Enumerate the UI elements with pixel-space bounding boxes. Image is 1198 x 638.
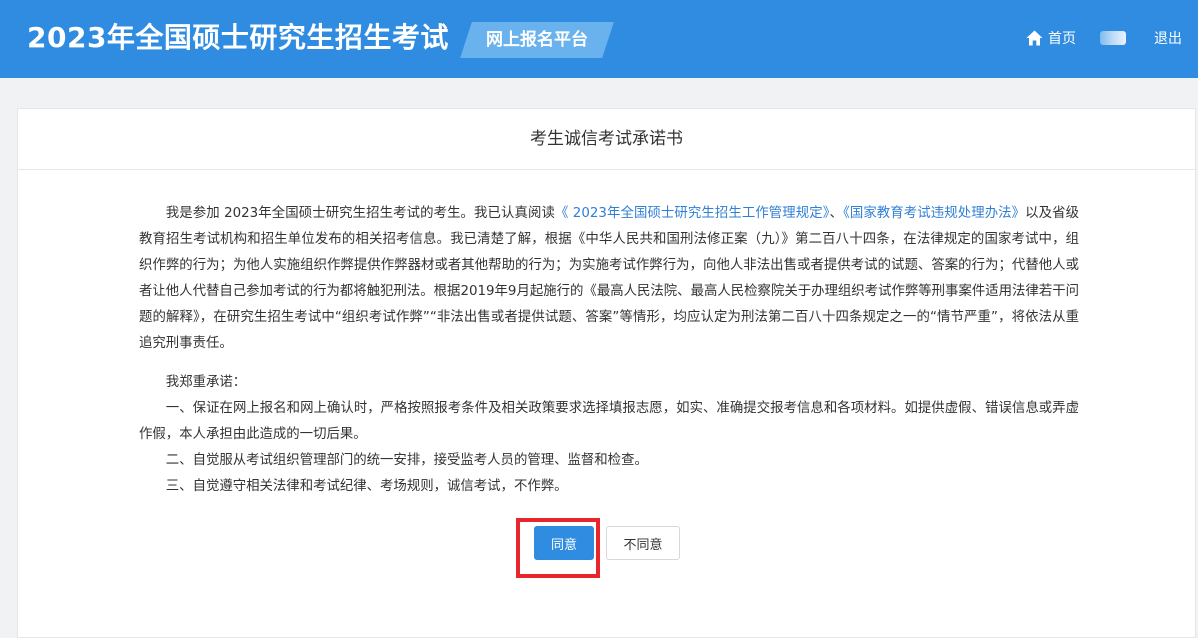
pledge-card: 考生诚信考试承诺书 我是参加 2023年全国硕士研究生招生考试的考生。我已认真阅… <box>17 108 1196 638</box>
home-link[interactable]: 首页 <box>1026 28 1076 48</box>
logout-link[interactable]: 退出 <box>1154 28 1182 48</box>
pledge-title: 考生诚信考试承诺书 <box>18 109 1195 170</box>
intro-prefix: 我是参加 2023年全国硕士研究生招生考试的考生。我已认真阅读 <box>165 206 555 221</box>
pledge-item-3: 三、自觉遵守相关法律和考试纪律、考场规则，诚信考试，不作弊。 <box>165 479 568 494</box>
link-separator: 、 <box>829 206 844 221</box>
pledge-intro-paragraph: 我是参加 2023年全国硕士研究生招生考试的考生。我已认真阅读《 2023年全国… <box>139 201 1079 357</box>
home-icon <box>1026 30 1043 46</box>
regulation-link-violation[interactable]: 《国家教育考试违规处理办法》 <box>843 206 1025 221</box>
pledge-item-1: 一、保证在网上报名和网上确认时，严格按照报考条件及相关政策要求选择填报志愿，如实… <box>139 401 1079 442</box>
page-title: 2023年全国硕士研究生招生考试 <box>27 21 449 54</box>
platform-label: 网上报名平台 <box>486 30 588 50</box>
pledge-item-2: 二、自觉服从考试组织管理部门的统一安排，接受监考人员的管理、监督和检查。 <box>165 453 648 468</box>
solemn-pledge-heading: 我郑重承诺： <box>165 375 247 390</box>
top-header: 2023年全国硕士研究生招生考试 网上报名平台 首页 退出 <box>0 0 1198 78</box>
pledge-body: 我是参加 2023年全国硕士研究生招生考试的考生。我已认真阅读《 2023年全国… <box>139 201 1079 500</box>
agree-button[interactable]: 同意 <box>534 526 594 560</box>
regulation-link-management[interactable]: 《 2023年全国硕士研究生招生工作管理规定》 <box>555 206 830 221</box>
top-nav: 首页 退出 <box>1026 28 1182 48</box>
user-avatar[interactable] <box>1100 31 1126 45</box>
home-label: 首页 <box>1048 31 1076 47</box>
intro-suffix: 以及省级教育招生考试机构和招生单位发布的相关招考信息。我已清楚了解，根据《中华人… <box>139 206 1080 351</box>
disagree-button[interactable]: 不同意 <box>606 526 680 560</box>
action-buttons: 同意 不同意 <box>18 518 1195 578</box>
